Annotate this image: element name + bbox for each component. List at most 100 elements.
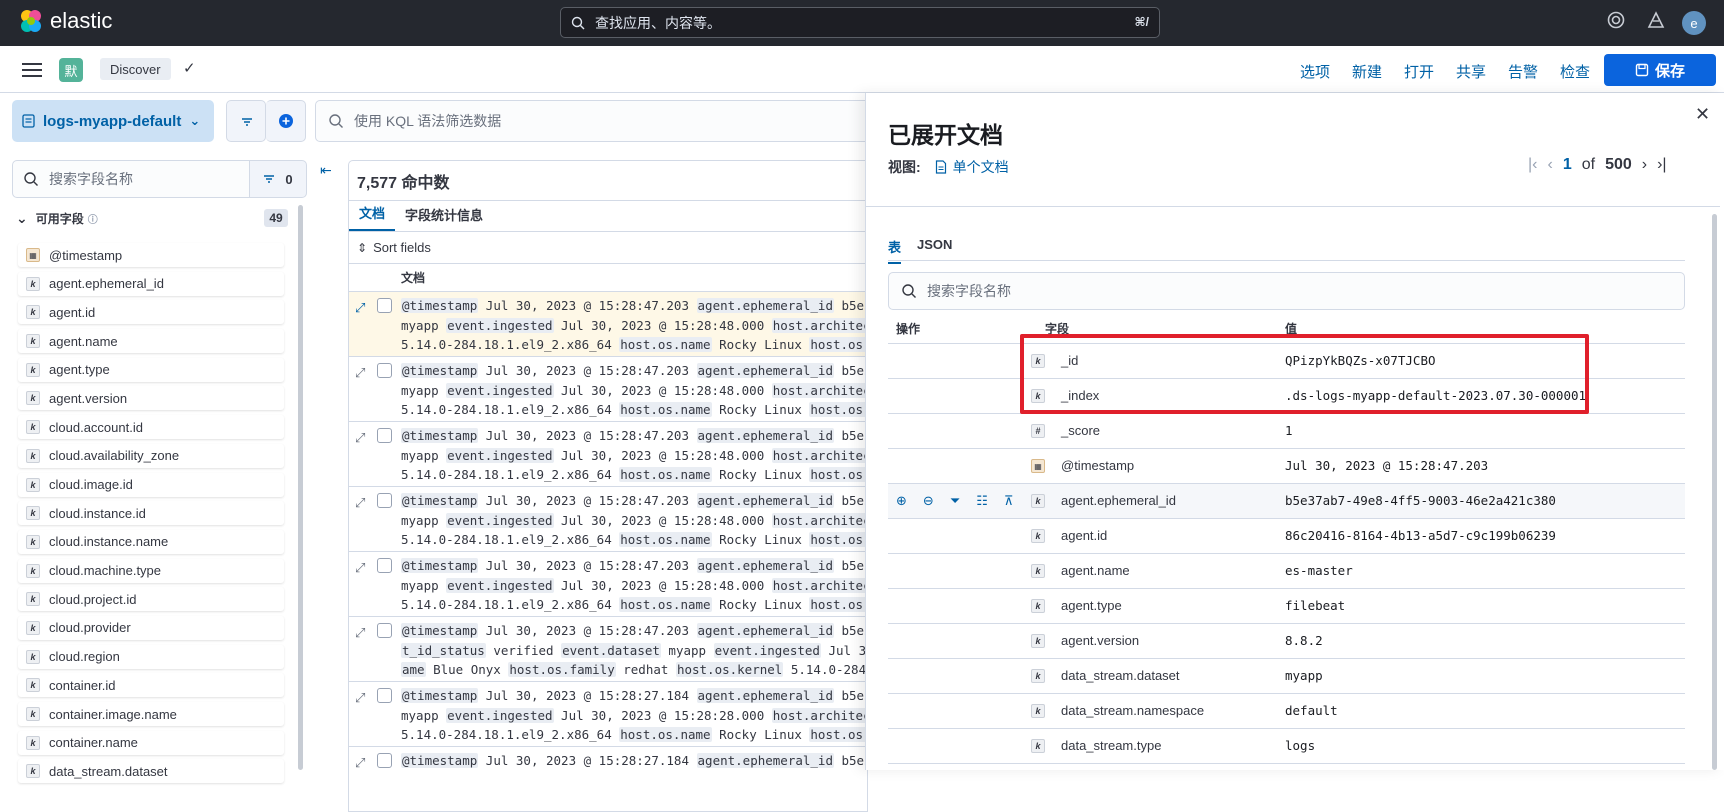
field-list-item[interactable]: ▦ @timestamp <box>18 243 284 267</box>
expand-row-icon[interactable]: ⤢ <box>355 430 365 446</box>
field-list-item[interactable]: k container.name <box>18 730 284 755</box>
sidebar-scrollbar[interactable] <box>298 205 303 770</box>
field-list-item[interactable]: k cloud.account.id <box>18 415 284 440</box>
user-avatar[interactable]: e <box>1682 11 1706 35</box>
field-list-item[interactable]: k cloud.availability_zone <box>18 443 284 468</box>
field-list-item[interactable]: k cloud.image.id <box>18 472 284 497</box>
flyout-scrollbar[interactable] <box>1712 214 1717 770</box>
save-button[interactable]: 保存 <box>1604 54 1716 86</box>
expand-row-icon[interactable]: ⤢ <box>355 495 365 511</box>
row-checkbox[interactable] <box>377 298 392 313</box>
row-checkbox[interactable] <box>377 493 392 508</box>
hamburger-menu-icon[interactable] <box>22 60 42 78</box>
options-link[interactable]: 选项 <box>1300 61 1330 82</box>
elastic-logo[interactable]: elastic <box>18 8 112 34</box>
doc-table-row[interactable]: k data_stream.namespace default <box>888 694 1685 729</box>
doc-table-row[interactable]: ▦ @timestamp Jul 30, 2023 @ 15:28:47.203 <box>888 449 1685 484</box>
field-list-item[interactable]: k agent.version <box>18 386 284 411</box>
field-list-item[interactable]: k cloud.instance.id <box>18 501 284 526</box>
expand-row-icon[interactable]: ⤢ <box>355 560 365 576</box>
data-view-picker[interactable]: logs-myapp-default ⌄ <box>12 100 214 142</box>
field-search-input[interactable]: 搜索字段名称 <box>12 160 250 198</box>
toggle-column-icon[interactable]: ☷ <box>976 493 988 509</box>
table-row[interactable]: ⤢ @timestamp Jul 30, 2023 @ 15:28:47.203 … <box>348 422 868 487</box>
add-filter-button[interactable] <box>266 100 306 142</box>
global-search-input[interactable]: 查找应用、内容等。 ⌘/ <box>560 7 1160 38</box>
keyword-field-icon: k <box>26 534 40 549</box>
doc-table-row[interactable]: k agent.type filebeat <box>888 589 1685 624</box>
field-list-item[interactable]: k container.image.name <box>18 702 284 726</box>
field-list-item[interactable]: k agent.ephemeral_id <box>18 271 284 296</box>
table-row[interactable]: ⤢ @timestamp Jul 30, 2023 @ 15:28:47.203 … <box>348 617 868 682</box>
row-checkbox[interactable] <box>377 428 392 443</box>
new-link[interactable]: 新建 <box>1352 61 1382 82</box>
filter-icon <box>264 175 275 183</box>
inspect-link[interactable]: 检查 <box>1560 61 1590 82</box>
flyout-field-search-input[interactable]: 搜索字段名称 <box>888 272 1685 310</box>
field-filter-count: 0 <box>285 171 293 187</box>
table-row[interactable]: ⤢ @timestamp Jul 30, 2023 @ 15:28:27.184 … <box>348 747 868 812</box>
table-row[interactable]: ⤢ @timestamp Jul 30, 2023 @ 15:28:47.203 … <box>348 357 868 422</box>
filter-out-value-icon[interactable]: ⊖ <box>923 493 934 509</box>
alerts-link[interactable]: 告警 <box>1508 61 1538 82</box>
field-list-item[interactable]: k cloud.region <box>18 644 284 669</box>
single-document-link[interactable]: 单个文档 <box>935 157 1009 177</box>
table-row[interactable]: ⤢ @timestamp Jul 30, 2023 @ 15:28:47.203 … <box>348 552 868 617</box>
field-list-item[interactable]: k cloud.project.id <box>18 587 284 612</box>
keyword-field-icon: k <box>26 420 40 435</box>
space-avatar[interactable]: 默 <box>59 58 83 82</box>
document-column-header[interactable]: 文档 <box>348 264 868 292</box>
field-list-item[interactable]: k data_stream.dataset <box>18 759 284 784</box>
row-checkbox[interactable] <box>377 753 392 768</box>
news-feed-icon[interactable] <box>1646 10 1666 33</box>
doc-table-row[interactable]: ⊕ ⊖ ⏷ ☷ ⊼ k agent.ephemeral_id b5e37ab7-49e8-4f… <box>888 484 1685 519</box>
row-checkbox[interactable] <box>377 363 392 378</box>
expand-row-icon[interactable]: ⤢ <box>355 755 365 771</box>
row-checkbox[interactable] <box>377 623 392 638</box>
field-list-item[interactable]: k cloud.provider <box>18 615 284 640</box>
field-list-item[interactable]: k agent.id <box>18 300 284 325</box>
next-page-icon[interactable]: › <box>1642 156 1647 174</box>
previous-page-icon[interactable]: ‹ <box>1547 156 1552 174</box>
field-filter-button[interactable]: 0 <box>250 160 307 198</box>
available-fields-toggle[interactable]: ⌄ 可用字段 ⓘ <box>16 208 288 228</box>
table-row[interactable]: ⤢ @timestamp Jul 30, 2023 @ 15:28:27.184 … <box>348 682 868 747</box>
filter-exists-icon[interactable]: ⏷ <box>950 493 960 509</box>
doc-table-row[interactable]: k agent.id 86c20416-8164-4b13-a5d7-c9c199b… <box>888 519 1685 554</box>
help-icon[interactable] <box>1606 10 1626 33</box>
filter-for-value-icon[interactable]: ⊕ <box>896 493 907 509</box>
first-page-icon[interactable]: |‹ <box>1528 156 1537 174</box>
doc-table-row[interactable]: k data_stream.type logs <box>888 729 1685 764</box>
field-list-item[interactable]: k cloud.instance.name <box>18 529 284 554</box>
field-list-item[interactable]: k agent.type <box>18 357 284 382</box>
close-icon[interactable]: ✕ <box>1695 104 1710 125</box>
highlight-annotation-box <box>1020 334 1589 414</box>
doc-table-row[interactable]: k agent.version 8.8.2 <box>888 624 1685 659</box>
sort-fields-button[interactable]: ⇕ Sort fields <box>348 232 868 264</box>
collapse-sidebar-icon[interactable]: ⇤ <box>320 162 332 179</box>
last-page-icon[interactable]: ›| <box>1657 156 1666 174</box>
expand-row-icon[interactable]: ⤢ <box>355 690 365 706</box>
open-link[interactable]: 打开 <box>1404 61 1434 82</box>
pin-field-icon[interactable]: ⊼ <box>1004 493 1014 509</box>
share-link[interactable]: 共享 <box>1456 61 1486 82</box>
field-list-item[interactable]: k cloud.machine.type <box>18 558 284 583</box>
field-list-item[interactable]: k agent.name <box>18 329 284 354</box>
table-row[interactable]: ⤢ @timestamp Jul 30, 2023 @ 15:28:47.203 … <box>348 487 868 552</box>
tab-field-statistics[interactable]: 字段统计信息 <box>395 205 493 231</box>
filter-options-button[interactable] <box>226 100 266 142</box>
doc-table-row[interactable]: # _score 1 <box>888 414 1685 449</box>
kql-query-input[interactable]: 使用 KQL 语法筛选数据 <box>315 100 875 142</box>
field-list-item[interactable]: k container.id <box>18 673 284 698</box>
breadcrumb[interactable]: Discover <box>100 58 171 80</box>
row-checkbox[interactable] <box>377 688 392 703</box>
available-fields-label: 可用字段 <box>35 211 84 226</box>
doc-table-row[interactable]: k data_stream.dataset myapp <box>888 659 1685 694</box>
table-row[interactable]: ⤢ @timestamp Jul 30, 2023 @ 15:28:47.203 … <box>348 292 868 357</box>
tab-documents[interactable]: 文档 <box>349 203 396 231</box>
expand-row-icon[interactable]: ⤢ <box>355 365 365 381</box>
doc-table-row[interactable]: k agent.name es-master <box>888 554 1685 589</box>
row-checkbox[interactable] <box>377 558 392 573</box>
expand-row-icon[interactable]: ⤢ <box>355 300 365 316</box>
expand-row-icon[interactable]: ⤢ <box>355 625 365 641</box>
